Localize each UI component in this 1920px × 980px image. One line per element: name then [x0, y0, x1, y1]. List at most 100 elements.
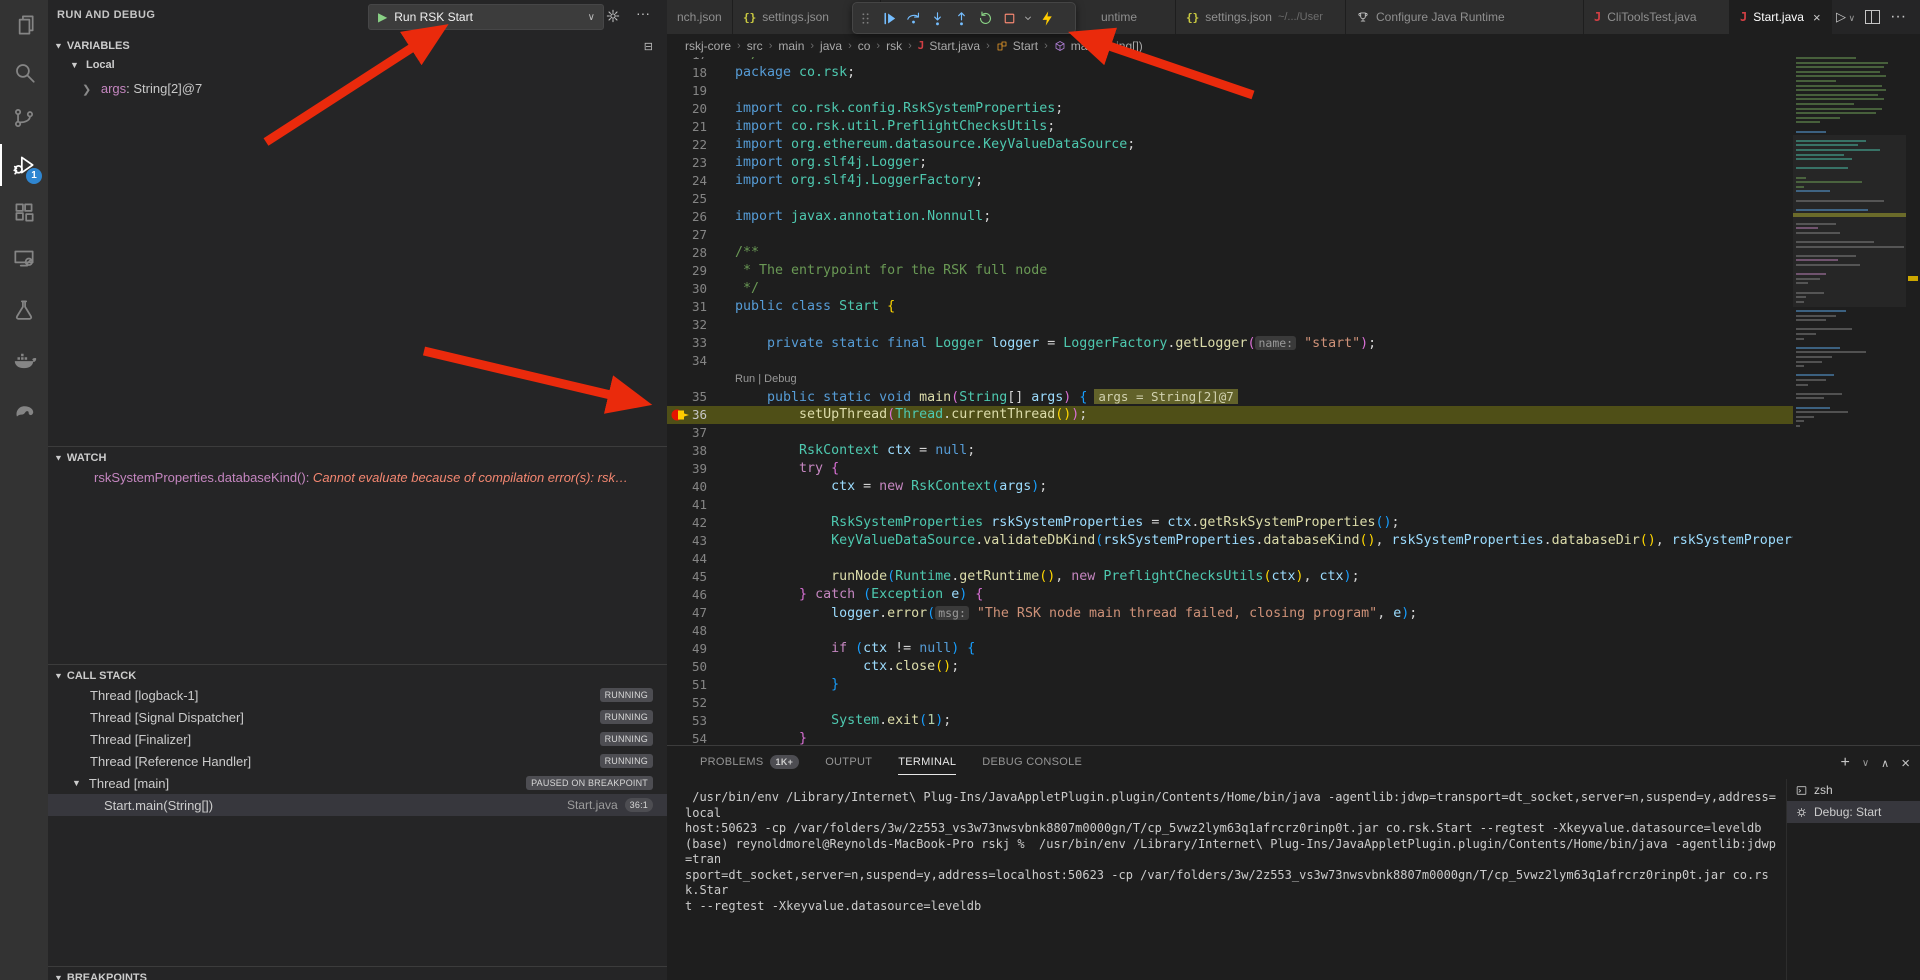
java-file-icon: J — [918, 39, 925, 52]
code-text: KeyValueDataSource.validateDbKind(rskSys… — [735, 532, 1793, 550]
terminal-profile-chevron-icon[interactable]: ∨ — [1862, 758, 1869, 769]
breakpoint-paused-icon[interactable] — [669, 406, 693, 424]
debug-drag-grip-button[interactable] — [853, 5, 877, 31]
terminal-instance-zsh[interactable]: zsh — [1787, 779, 1920, 801]
code-text: * The entrypoint for the RSK full node — [735, 262, 1047, 280]
code-text: import org.ethereum.datasource.KeyValueD… — [735, 136, 1135, 154]
breadcrumb-item[interactable]: rsk› — [886, 39, 918, 53]
close-tab-icon[interactable]: × — [1813, 10, 1821, 25]
call-stack-frame-selected[interactable]: Start.main(String[])Start.java36:1 — [48, 794, 667, 816]
more-actions-icon[interactable]: ··· — [1890, 8, 1906, 26]
tab-configure-java-runtime[interactable]: Configure Java Runtime — [1346, 0, 1584, 34]
panel-tab-label: PROBLEMS — [700, 756, 764, 768]
breadcrumb-item[interactable]: main(String[]) — [1054, 39, 1143, 53]
breadcrumb-item[interactable]: JStart.java› — [918, 39, 996, 53]
call-stack-thread[interactable]: Thread [Finalizer]RUNNING — [48, 728, 667, 750]
minimap-line — [1796, 71, 1880, 73]
panel-tab-debug-console[interactable]: DEBUG CONSOLE — [982, 755, 1082, 775]
code-editor[interactable]: 17 */18package co.rsk;1920import co.rsk.… — [667, 57, 1793, 745]
debug-continue-button[interactable] — [877, 5, 901, 31]
activity-source-control-icon[interactable] — [0, 95, 48, 141]
tab-clitoolstest-java[interactable]: JCliToolsTest.java — [1584, 0, 1730, 34]
minimap-line — [1796, 227, 1818, 229]
activity-search-icon[interactable] — [0, 49, 48, 95]
debug-step-over-button[interactable] — [901, 5, 925, 31]
breadcrumb-item[interactable]: src› — [747, 39, 779, 53]
tab-label: settings.json — [762, 10, 829, 24]
minimap-line — [1796, 57, 1856, 59]
debug-step-into-button[interactable] — [925, 5, 949, 31]
activity-run-and-debug-icon[interactable]: 1 — [0, 142, 48, 188]
watch-expression-row[interactable]: rskSystemProperties.databaseKind(): Cann… — [94, 470, 659, 485]
tab-nch-json[interactable]: nch.json — [667, 0, 733, 34]
views-more-actions-icon[interactable]: ··· — [636, 5, 650, 21]
split-editor-icon[interactable] — [1865, 10, 1880, 24]
run-file-button[interactable]: ▷ ∨ — [1836, 9, 1855, 25]
collapse-all-icon[interactable]: ⊟ — [644, 40, 653, 53]
activity-explorer-icon[interactable] — [0, 2, 48, 48]
breadcrumb-item[interactable]: Start› — [996, 39, 1054, 53]
terminal-instance-debug-start[interactable]: Debug: Start — [1787, 801, 1920, 823]
codelens-run-debug[interactable]: Run | Debug — [735, 370, 797, 388]
code-text: package co.rsk; — [735, 64, 855, 82]
variable-args[interactable]: ❯ args: String[2]@7 — [82, 81, 202, 96]
breadcrumb-label: java — [820, 39, 842, 53]
debug-restart-button[interactable] — [973, 5, 997, 31]
active-view-indicator — [0, 144, 2, 186]
panel-tab-problems[interactable]: PROBLEMS1K+ — [700, 755, 799, 775]
line-number: 51 — [667, 676, 707, 694]
sidebar-title: RUN AND DEBUG — [57, 9, 155, 21]
minimap-line — [1796, 66, 1884, 68]
debug-step-out-button[interactable] — [949, 5, 973, 31]
line-number: 53 — [667, 712, 707, 730]
json-icon: {} — [743, 11, 756, 24]
minimap[interactable] — [1793, 57, 1906, 745]
run-config-dropdown[interactable]: ▶ Run RSK Start ∨ — [368, 4, 604, 30]
overview-ruler-current-line-marker — [1908, 276, 1918, 281]
overview-ruler[interactable] — [1906, 57, 1920, 745]
new-terminal-icon[interactable]: + — [1841, 754, 1850, 772]
tab-settings-json[interactable]: {}settings.json~/.../User — [1176, 0, 1346, 34]
activity-extensions-icon[interactable] — [0, 189, 48, 235]
line-number: 26 — [667, 208, 707, 226]
minimap-line — [1796, 108, 1882, 110]
panel-tab-output[interactable]: OUTPUT — [825, 755, 872, 775]
debug-stop-button[interactable] — [997, 5, 1021, 31]
variables-section-header[interactable]: ▼ VARIABLES ⊟ — [48, 35, 667, 57]
symbol-class-icon — [996, 40, 1008, 52]
debug-settings-gear-icon[interactable] — [605, 8, 621, 24]
minimap-line — [1796, 264, 1860, 266]
breadcrumb-item[interactable]: java› — [820, 39, 858, 53]
close-panel-icon[interactable]: × — [1901, 755, 1910, 772]
debug-stop-menu-button[interactable] — [1021, 5, 1035, 31]
activity-docker-icon[interactable] — [0, 337, 48, 383]
debug-toolbar — [852, 2, 1076, 34]
debug-hot-code-replace-button[interactable] — [1035, 5, 1059, 31]
watch-section-header[interactable]: ▼ WATCH — [48, 446, 667, 469]
call-stack-thread[interactable]: Thread [Reference Handler]RUNNING — [48, 750, 667, 772]
breakpoints-section-header[interactable]: ▼ BREAKPOINTS — [48, 966, 667, 980]
line-number: 17 — [667, 57, 707, 64]
code-line-45: 45 runNode(Runtime.getRuntime(), new Pre… — [667, 568, 1793, 586]
activity-gradle-icon[interactable] — [0, 387, 48, 433]
call-stack-thread[interactable]: Thread [logback-1]RUNNING — [48, 684, 667, 706]
call-stack-thread[interactable]: Thread [Signal Dispatcher]RUNNING — [48, 706, 667, 728]
variables-scope-local[interactable]: ▼ Local — [70, 59, 115, 71]
tab-label: Start.java — [1753, 10, 1804, 24]
code-line-32: 32 — [667, 316, 1793, 334]
code-line-18: 18package co.rsk; — [667, 64, 1793, 82]
breadcrumb-item[interactable]: main› — [778, 39, 820, 53]
panel-tab-terminal[interactable]: TERMINAL — [898, 755, 956, 775]
code-line-49: 49 if (ctx != null) { — [667, 640, 1793, 658]
breadcrumb-item[interactable]: rskj-core› — [685, 39, 747, 53]
tab-label: untime — [1101, 10, 1137, 24]
bottom-panel: PROBLEMS1K+ OUTPUT TERMINAL DEBUG CONSOLE +… — [667, 745, 1920, 980]
line-number: 19 — [667, 82, 707, 100]
maximize-panel-icon[interactable]: ∧ — [1881, 757, 1889, 770]
line-number: 40 — [667, 478, 707, 496]
call-stack-thread[interactable]: ▼Thread [main]PAUSED ON BREAKPOINT — [48, 772, 667, 794]
activity-remote-explorer-icon[interactable] — [0, 235, 48, 281]
breadcrumb-item[interactable]: co› — [858, 39, 886, 53]
minimap-slider[interactable] — [1793, 135, 1906, 307]
activity-testing-icon[interactable] — [0, 287, 48, 333]
